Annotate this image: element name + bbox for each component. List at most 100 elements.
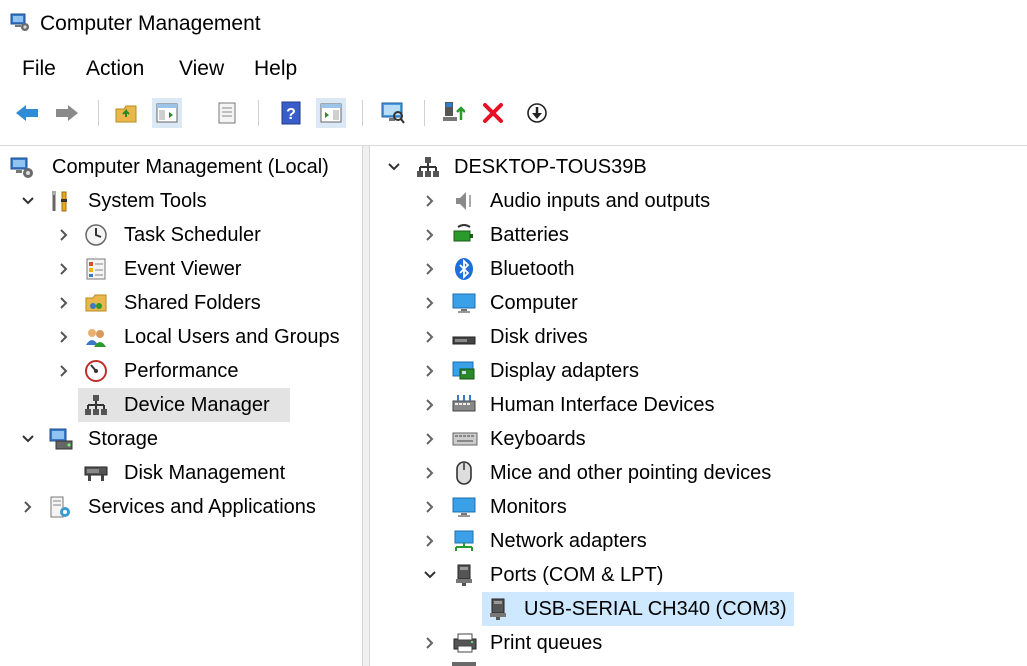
uninstall-device-icon[interactable]	[478, 98, 508, 128]
device-category-bluetooth[interactable]: Bluetooth	[370, 252, 1020, 286]
pane-splitter[interactable]	[362, 146, 370, 666]
chevron-down-icon[interactable]	[18, 184, 38, 218]
chevron-right-icon[interactable]	[420, 490, 440, 524]
monitor-icon	[452, 495, 476, 519]
chevron-right-icon[interactable]	[420, 354, 440, 388]
device-category-batteries[interactable]: Batteries	[370, 218, 1020, 252]
clock-icon	[84, 223, 108, 247]
computer-tree-icon	[416, 155, 440, 179]
chevron-right-icon[interactable]	[54, 320, 74, 354]
tree-item-services-and-applications[interactable]: Services and Applications	[0, 490, 360, 524]
properties-icon[interactable]	[212, 98, 242, 128]
chevron-right-icon[interactable]	[420, 286, 440, 320]
tree-label: Storage	[88, 428, 159, 450]
tree-item-task-scheduler[interactable]: Task Scheduler	[0, 218, 360, 252]
tree-item-disk-management[interactable]: Disk Management	[0, 456, 360, 490]
tree-item-performance[interactable]: Performance	[0, 354, 360, 388]
speaker-icon	[452, 189, 476, 213]
update-driver-icon[interactable]	[438, 98, 468, 128]
menu-file[interactable]: File	[22, 57, 56, 81]
device-category-hid[interactable]: Human Interface Devices	[370, 388, 1020, 422]
tree-item-shared-folders[interactable]: Shared Folders	[0, 286, 360, 320]
device-category-keyboards[interactable]: Keyboards	[370, 422, 1020, 456]
device-category-mice[interactable]: Mice and other pointing devices	[370, 456, 1020, 490]
storage-icon	[48, 427, 73, 451]
device-category-ports[interactable]: Ports (COM & LPT)	[370, 558, 1020, 592]
tree-item-computer-management-local[interactable]: Computer Management (Local)	[0, 150, 360, 184]
tree-label: Disk Management	[124, 462, 286, 484]
show-action-pane-icon[interactable]	[316, 98, 346, 128]
chevron-right-icon[interactable]	[54, 218, 74, 252]
shared-folder-icon	[84, 291, 108, 315]
back-arrow-icon[interactable]	[12, 98, 42, 128]
device-category-label: Network adapters	[490, 530, 647, 552]
device-category-label: Keyboards	[490, 428, 586, 450]
device-category-label: Print queues	[490, 632, 603, 654]
forward-arrow-icon[interactable]	[52, 98, 82, 128]
keyboard-icon	[452, 427, 478, 451]
tree-item-event-viewer[interactable]: Event Viewer	[0, 252, 360, 286]
chevron-right-icon[interactable]	[420, 422, 440, 456]
computer-management-icon	[10, 12, 30, 32]
device-category-monitors[interactable]: Monitors	[370, 490, 1020, 524]
port-connector-icon	[452, 563, 476, 587]
title-bar: Computer Management	[0, 0, 1027, 48]
mouse-icon	[452, 461, 476, 485]
tree-item-storage[interactable]: Storage	[0, 422, 360, 456]
chevron-right-icon[interactable]	[420, 184, 440, 218]
toolbar-separator	[424, 100, 425, 126]
toolbar-separator	[98, 100, 99, 126]
device-category-print-queues[interactable]: Print queues	[370, 626, 1020, 660]
menu-help[interactable]: Help	[254, 57, 297, 81]
computer-name-label: DESKTOP-TOUS39B	[454, 156, 647, 178]
tree-item-device-manager[interactable]: Device Manager	[0, 388, 360, 422]
device-tree-root[interactable]: DESKTOP-TOUS39B	[370, 150, 1020, 184]
scan-hardware-icon[interactable]	[378, 98, 408, 128]
svg-text:?: ?	[286, 106, 296, 123]
chevron-right-icon[interactable]	[420, 626, 440, 660]
monitor-icon	[452, 291, 476, 315]
tree-item-system-tools[interactable]: System Tools	[0, 184, 360, 218]
tree-label: Local Users and Groups	[124, 326, 340, 348]
next-item-icon-partial	[452, 662, 476, 666]
device-category-network-adapters[interactable]: Network adapters	[370, 524, 1020, 558]
chevron-right-icon[interactable]	[18, 490, 38, 524]
device-category-display-adapters[interactable]: Display adapters	[370, 354, 1020, 388]
chevron-right-icon[interactable]	[420, 252, 440, 286]
toolbar-separator	[258, 100, 259, 126]
device-category-disk-drives[interactable]: Disk drives	[370, 320, 1020, 354]
tree-label: Computer Management (Local)	[52, 156, 329, 178]
chevron-down-icon[interactable]	[384, 150, 404, 184]
device-tree: DESKTOP-TOUS39B Audio inputs and outputs…	[370, 146, 1027, 666]
chevron-right-icon[interactable]	[420, 218, 440, 252]
device-manager-icon	[84, 393, 108, 417]
performance-gauge-icon	[84, 359, 108, 383]
chevron-right-icon[interactable]	[54, 354, 74, 388]
chevron-down-icon[interactable]	[420, 558, 440, 592]
device-category-audio[interactable]: Audio inputs and outputs	[370, 184, 1020, 218]
event-log-icon	[84, 257, 108, 281]
tree-item-local-users-and-groups[interactable]: Local Users and Groups	[0, 320, 360, 354]
device-category-label: Computer	[490, 292, 578, 314]
chevron-right-icon[interactable]	[420, 320, 440, 354]
chevron-right-icon[interactable]	[420, 388, 440, 422]
show-hide-tree-icon[interactable]	[152, 98, 182, 128]
tree-label: Task Scheduler	[124, 224, 261, 246]
console-tree: Computer Management (Local) System Tools…	[0, 146, 368, 666]
device-category-label: Disk drives	[490, 326, 588, 348]
chevron-right-icon[interactable]	[420, 456, 440, 490]
device-category-label: Batteries	[490, 224, 569, 246]
chevron-down-icon[interactable]	[18, 422, 38, 456]
chevron-right-icon[interactable]	[420, 524, 440, 558]
menu-action[interactable]: Action	[86, 57, 144, 81]
menu-view[interactable]: View	[179, 57, 224, 81]
display-adapter-icon	[452, 359, 476, 383]
device-category-label: Monitors	[490, 496, 567, 518]
device-item-usb-serial[interactable]: USB-SERIAL CH340 (COM3)	[370, 592, 1020, 626]
help-icon[interactable]: ?	[276, 98, 306, 128]
device-category-computer[interactable]: Computer	[370, 286, 1020, 320]
disable-device-icon[interactable]	[522, 98, 552, 128]
chevron-right-icon[interactable]	[54, 286, 74, 320]
chevron-right-icon[interactable]	[54, 252, 74, 286]
up-folder-icon[interactable]	[112, 98, 142, 128]
